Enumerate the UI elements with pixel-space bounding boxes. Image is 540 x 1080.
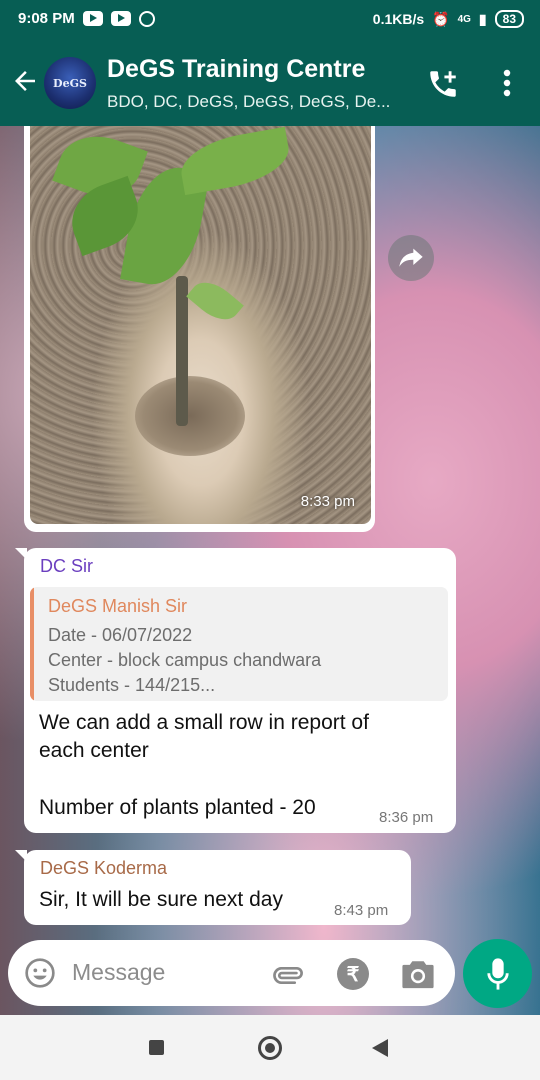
status-bar: 9:08 PM 0.1KB/s ⏰ 4G ▮ 83: [0, 0, 540, 40]
network-speed: 0.1KB/s: [372, 11, 425, 27]
quoted-author: DeGS Manish Sir: [48, 596, 188, 616]
forward-icon: [399, 248, 423, 267]
message-text: Number of plants planted - 20: [39, 796, 316, 819]
group-members[interactable]: BDO, DC, DeGS, DeGS, DeGS, De...: [107, 92, 407, 112]
quoted-message[interactable]: DeGS Manish Sir Date - 06/07/2022 Center…: [30, 587, 448, 701]
system-navigation-bar: [0, 1015, 540, 1080]
alarm-icon: ⏰: [432, 10, 450, 27]
message-text: We can add a small row in report of: [39, 711, 369, 734]
message-time: 8:43 pm: [334, 902, 389, 919]
youtube-icon: [82, 11, 103, 26]
home-button[interactable]: [258, 1036, 282, 1060]
group-avatar[interactable]: DeGS: [44, 57, 96, 109]
payment-icon[interactable]: ₹: [337, 958, 369, 990]
message-composer: Message ₹: [8, 940, 455, 1006]
attach-icon[interactable]: [271, 958, 303, 990]
photo-sapling-stem: [176, 276, 188, 426]
group-title[interactable]: DeGS Training Centre: [107, 55, 365, 84]
quote-bar: [30, 587, 34, 701]
emoji-icon[interactable]: [24, 957, 56, 989]
forward-button[interactable]: [388, 235, 434, 281]
message-bubble[interactable]: DeGS Koderma Sir, It will be sure next d…: [15, 850, 411, 925]
recents-button[interactable]: [149, 1040, 164, 1055]
microphone-icon: [486, 957, 509, 990]
camera-icon[interactable]: [401, 958, 435, 990]
youtube-icon: [110, 11, 131, 26]
system-back-button[interactable]: [372, 1039, 388, 1057]
sender-name[interactable]: DC Sir: [40, 556, 93, 577]
quoted-line: Date - 06/07/2022: [48, 625, 193, 645]
add-call-icon[interactable]: [426, 67, 460, 101]
pinterest-icon: [138, 10, 155, 27]
status-time: 9:08 PM: [18, 10, 75, 27]
chat-header: DeGS DeGS Training Centre BDO, DC, DeGS,…: [0, 40, 540, 126]
message-text: Sir, It will be sure next day: [39, 888, 283, 911]
quoted-line: Center - block campus chandwara: [48, 650, 322, 670]
network-type: 4G: [457, 13, 471, 25]
avatar-text: DeGS: [53, 76, 87, 90]
image-time: 8:33 pm: [300, 493, 355, 510]
message-input[interactable]: Message: [72, 959, 165, 986]
sender-name[interactable]: DeGS Koderma: [40, 858, 167, 879]
voice-message-button[interactable]: [463, 939, 532, 1008]
image-message[interactable]: 8:33 pm: [24, 126, 375, 532]
back-arrow-icon[interactable]: [10, 66, 40, 96]
message-bubble[interactable]: DC Sir DeGS Manish Sir Date - 06/07/2022…: [15, 548, 456, 833]
message-time: 8:36 pm: [379, 809, 434, 826]
quoted-line: Students - 144/215...: [48, 675, 216, 695]
photo-soil-ring: [135, 376, 245, 456]
photo-leaf: [186, 273, 244, 329]
plant-photo[interactable]: 8:33 pm: [30, 126, 371, 524]
signal-icon: ▮: [478, 10, 487, 27]
more-options-icon[interactable]: [497, 68, 517, 98]
photo-leaf: [176, 126, 294, 196]
message-text: each center: [39, 739, 149, 762]
battery-level: 83: [494, 10, 524, 28]
